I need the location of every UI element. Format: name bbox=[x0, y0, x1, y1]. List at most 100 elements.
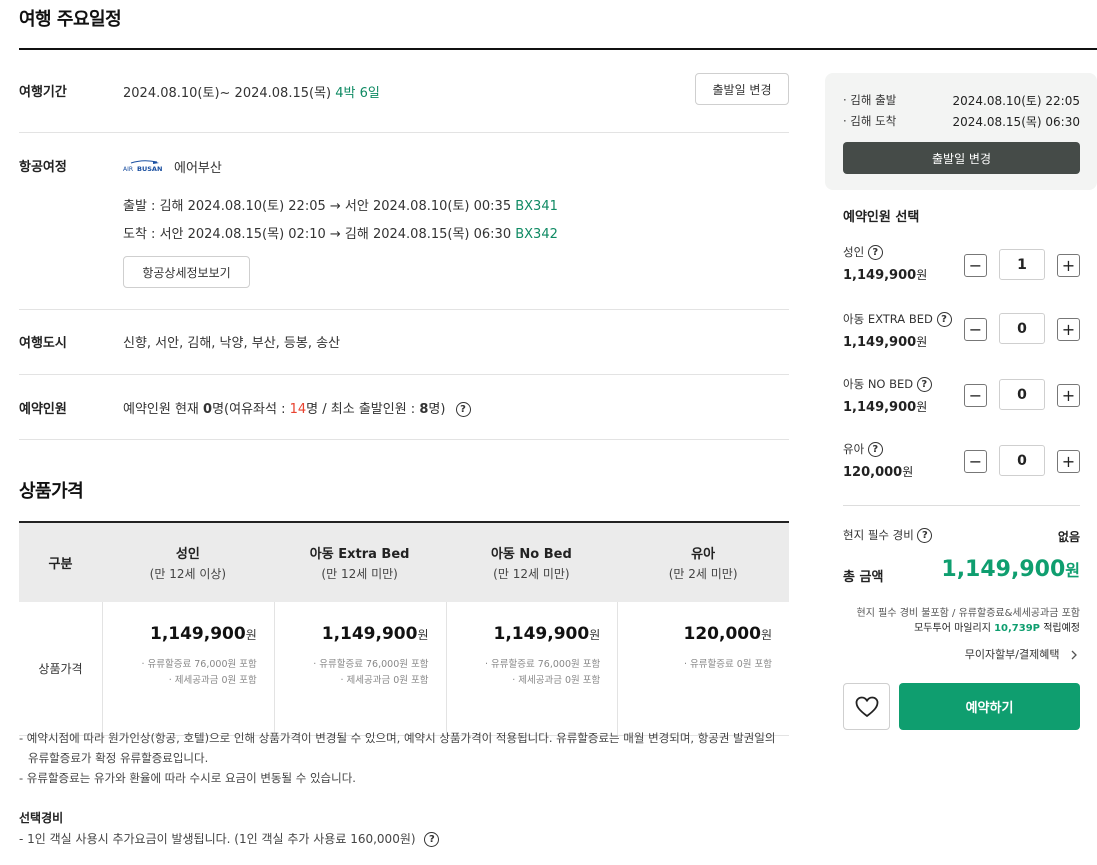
sidebar-divider bbox=[843, 505, 1080, 506]
header-sub: (만 12세 미만) bbox=[321, 567, 398, 581]
mileage-note: 모두투어 마일리지 10,739P 적립예정 bbox=[914, 619, 1080, 634]
people-text: 명(여유좌석 : bbox=[212, 402, 286, 417]
flight-detail-button[interactable]: 항공상세정보보기 bbox=[123, 256, 250, 288]
total-label: 총 금액 bbox=[843, 570, 884, 585]
departure-flight-number: BX341 bbox=[515, 199, 558, 214]
people-type-price: 1,149,900원 bbox=[843, 335, 928, 350]
note-line: 유류할증료가 확정 유류할증료입니다. bbox=[28, 751, 209, 765]
price-cell: 120,000원 · 유류할증료 0원 포함 bbox=[617, 602, 789, 735]
people-text: 명) bbox=[428, 402, 446, 417]
depart-value: 2024.08.10(토) 22:05 bbox=[952, 94, 1080, 108]
quantity-value[interactable]: 0 bbox=[999, 379, 1045, 410]
price-note: · 제세공과금 0원 포함 bbox=[512, 675, 601, 686]
note-line: - 예약시점에 따라 원가인상(항공, 호텔)으로 인해 상품가격이 변경될 수… bbox=[19, 731, 776, 745]
installment-text[interactable]: 무이자할부/결제혜택 bbox=[965, 648, 1060, 661]
installment-link[interactable]: 무이자할부/결제혜택 bbox=[965, 646, 1080, 662]
people-type-label: 유아 ? bbox=[843, 441, 883, 457]
airline-name: 에어부산 bbox=[174, 161, 222, 176]
period-row: 여행기간 2024.08.10(토)~ 2024.08.15(목) 4박 6일 … bbox=[19, 50, 789, 133]
people-type-label: 성인 ? bbox=[843, 244, 883, 260]
people-select-title: 예약인원 선택 bbox=[843, 210, 920, 225]
arrival-text: 도착 : 서안 2024.08.15(목) 02:10 → 김해 2024.08… bbox=[123, 227, 512, 242]
local-fee-value: 없음 bbox=[1057, 530, 1080, 544]
header-label: 아동 Extra Bed bbox=[309, 547, 410, 562]
decrement-button[interactable]: − bbox=[964, 384, 987, 407]
svg-text:AIR: AIR bbox=[123, 166, 133, 173]
people-type-text: 성인 bbox=[843, 245, 865, 259]
people-row: 예약인원 예약인원 현재 0명(여유좌석 : 14명 / 최소 출발인원 : 8… bbox=[19, 375, 789, 440]
arrive-value: 2024.08.15(목) 06:30 bbox=[952, 115, 1080, 129]
schedule-section: 여행기간 2024.08.10(토)~ 2024.08.15(목) 4박 6일 … bbox=[19, 50, 789, 440]
people-row-child-extra-bed: 아동 EXTRA BED ? 1,149,900원 − 0 + bbox=[843, 311, 1080, 355]
change-date-button[interactable]: 출발일 변경 bbox=[695, 73, 789, 105]
flight-label: 항공여정 bbox=[19, 160, 67, 175]
decrement-button[interactable]: − bbox=[964, 254, 987, 277]
mileage-points: 10,739P bbox=[994, 623, 1040, 634]
increment-button[interactable]: + bbox=[1057, 318, 1080, 341]
price-note: · 유류할증료 76,000원 포함 bbox=[141, 659, 257, 670]
price-value: 120,000원 bbox=[683, 624, 772, 644]
price-value: 1,149,900원 bbox=[321, 624, 429, 644]
departure-line: 출발 : 김해 2024.08.10(토) 22:05 → 서안 2024.08… bbox=[123, 195, 558, 214]
people-value: 예약인원 현재 0명(여유좌석 : 14명 / 최소 출발인원 : 8명) ? bbox=[123, 398, 471, 417]
wishlist-button[interactable] bbox=[843, 683, 890, 730]
header-label: 유아 bbox=[691, 547, 716, 562]
price-value: 1,149,900원 bbox=[149, 624, 257, 644]
header-label: 성인 bbox=[175, 547, 200, 562]
question-icon[interactable]: ? bbox=[936, 312, 952, 327]
question-icon[interactable]: ? bbox=[424, 832, 440, 847]
flight-row: 항공여정 AIR BUSAN 에어부산 출발 : 김해 2024.08.10(토… bbox=[19, 133, 789, 310]
header-sub: (만 12세 이상) bbox=[149, 567, 227, 581]
header-label: 아동 No Bed bbox=[490, 547, 572, 562]
people-row-infant: 유아 ? 120,000원 − 0 + bbox=[843, 441, 1080, 485]
total-price: 1,149,900원 bbox=[941, 557, 1080, 582]
decrement-button[interactable]: − bbox=[964, 318, 987, 341]
price-note: · 유류할증료 76,000원 포함 bbox=[313, 659, 429, 670]
decrement-button[interactable]: − bbox=[964, 450, 987, 473]
header-cell: 아동 No Bed (만 12세 미만) bbox=[446, 523, 618, 602]
arrival-line: 도착 : 서안 2024.08.15(목) 02:10 → 김해 2024.08… bbox=[123, 223, 558, 242]
mileage-text: 모두투어 마일리지 bbox=[914, 623, 991, 634]
price-section-title: 상품가격 bbox=[19, 481, 84, 502]
people-label: 예약인원 bbox=[19, 402, 67, 417]
cities-value: 신향, 서안, 김해, 낙양, 부산, 등봉, 송산 bbox=[123, 336, 341, 351]
schedule-summary-box: · 김해 출발 2024.08.10(토) 22:05 · 김해 도착 2024… bbox=[825, 73, 1097, 190]
departure-text: 출발 : 김해 2024.08.10(토) 22:05 → 서안 2024.08… bbox=[123, 199, 512, 214]
people-current: 0 bbox=[203, 402, 213, 417]
header-cell: 구분 bbox=[19, 523, 102, 602]
quantity-value[interactable]: 0 bbox=[999, 313, 1045, 344]
people-type-price: 1,149,900원 bbox=[843, 268, 928, 283]
increment-button[interactable]: + bbox=[1057, 450, 1080, 473]
optional-cost-text: - 1인 객실 사용시 추가요금이 발생됩니다. (1인 객실 추가 사용료 1… bbox=[19, 832, 416, 846]
quantity-value[interactable]: 1 bbox=[999, 249, 1045, 280]
optional-cost-line: - 1인 객실 사용시 추가요금이 발생됩니다. (1인 객실 추가 사용료 1… bbox=[19, 830, 440, 847]
people-type-price: 1,149,900원 bbox=[843, 400, 928, 415]
sidebar-change-date-button[interactable]: 출발일 변경 bbox=[843, 142, 1080, 174]
people-type-label: 아동 NO BED ? bbox=[843, 376, 932, 392]
price-note: · 제세공과금 0원 포함 bbox=[168, 675, 257, 686]
quantity-value[interactable]: 0 bbox=[999, 445, 1045, 476]
depart-label: · 김해 출발 bbox=[843, 93, 897, 107]
optional-cost-title: 선택경비 bbox=[19, 811, 64, 825]
question-icon[interactable]: ? bbox=[455, 402, 471, 417]
price-cell: 1,149,900원 · 유류할증료 76,000원 포함 · 제세공과금 0원… bbox=[102, 602, 274, 735]
increment-button[interactable]: + bbox=[1057, 384, 1080, 407]
question-icon[interactable]: ? bbox=[916, 377, 932, 392]
row-header-label: 상품가격 bbox=[38, 662, 83, 676]
cities-label: 여행도시 bbox=[19, 336, 67, 351]
increment-button[interactable]: + bbox=[1057, 254, 1080, 277]
question-icon[interactable]: ? bbox=[867, 442, 883, 457]
reserve-button[interactable]: 예약하기 bbox=[899, 683, 1080, 730]
question-icon[interactable]: ? bbox=[917, 528, 933, 543]
airline-logo: AIR BUSAN bbox=[123, 160, 162, 173]
period-dates: 2024.08.10(토)~ 2024.08.15(목) bbox=[123, 86, 332, 101]
arrive-label: · 김해 도착 bbox=[843, 114, 897, 128]
page-title: 여행 주요일정 bbox=[19, 9, 122, 30]
arrival-flight-number: BX342 bbox=[515, 227, 558, 242]
question-icon[interactable]: ? bbox=[867, 245, 883, 260]
header-sub: (만 12세 미만) bbox=[493, 567, 570, 581]
price-note: · 제세공과금 0원 포함 bbox=[340, 675, 429, 686]
period-label: 여행기간 bbox=[19, 85, 67, 100]
people-text: 예약인원 현재 bbox=[123, 402, 199, 417]
row-header-cell: 상품가격 bbox=[19, 602, 102, 735]
